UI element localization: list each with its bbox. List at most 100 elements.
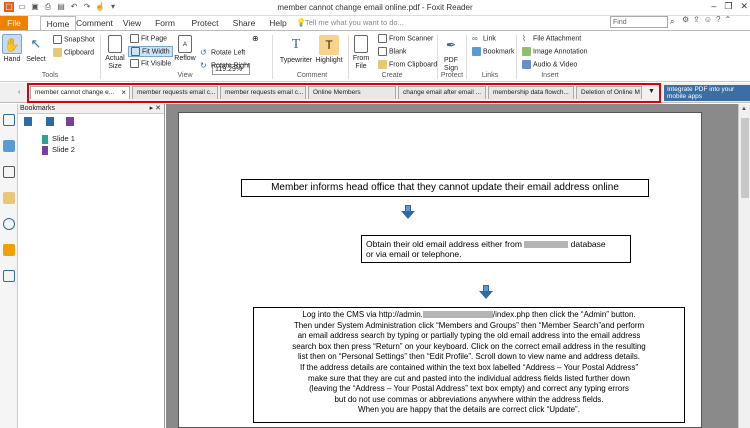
zoom-in-icon[interactable]: ⊕ [252, 34, 259, 43]
scrollbar-thumb[interactable] [741, 118, 749, 198]
audio-video-button[interactable]: Audio & Video [522, 60, 577, 69]
separator [516, 35, 517, 79]
bookmarks-header: Bookmarks ▸ ✕ [18, 104, 164, 114]
find-input[interactable]: Find [610, 16, 668, 28]
menu-comment[interactable]: Comment [76, 16, 113, 30]
attachments-panel-icon[interactable] [2, 218, 15, 230]
menu-view[interactable]: View [118, 16, 146, 30]
window-title: member cannot change email online.pdf - … [277, 3, 473, 12]
help-icon[interactable]: ? [716, 15, 720, 24]
menu-file[interactable]: File [0, 16, 28, 30]
rotate-right-button[interactable]: ↻ Rotate Right [200, 61, 250, 70]
reflow-button[interactable]: A Reflow [174, 35, 196, 62]
clipboard-icon [53, 48, 62, 57]
gear-icon[interactable]: ⚙ [682, 15, 689, 24]
highlight-button[interactable]: T Highlight [314, 35, 344, 64]
bookmark-button[interactable]: Bookmark [472, 47, 515, 56]
clipboard-button[interactable]: Clipboard [53, 48, 94, 57]
tab-list-dropdown-icon[interactable]: ▼ [648, 88, 655, 95]
navigation-panel-icons [0, 104, 18, 428]
close-button[interactable]: ✕ [740, 1, 748, 12]
bookmark-item-slide-2[interactable]: Slide 2 [42, 145, 75, 155]
tab-scroll-left-icon[interactable]: ‹ [18, 89, 20, 96]
layers-panel-icon[interactable] [2, 166, 15, 178]
scroll-up-icon[interactable]: ▲ [741, 106, 747, 112]
collapse-ribbon-icon[interactable]: ⌃ [725, 15, 732, 24]
bookmarks-panel-icon[interactable] [2, 114, 15, 126]
tell-me-search[interactable]: Tell me what you want to do... [305, 18, 404, 27]
select-tool-button[interactable]: ↖ Select [26, 34, 46, 63]
from-scanner-button[interactable]: From Scanner [378, 34, 433, 43]
tab-online-members[interactable]: Online Members [308, 86, 396, 99]
tab-deletion-online[interactable]: Deletion of Online M [576, 86, 642, 99]
rotate-left-icon: ↺ [200, 48, 207, 57]
from-file-button[interactable]: From File [350, 35, 372, 71]
flow-box-3-text: /index.php then click the “Admin” button… [492, 310, 636, 319]
comments-panel-icon[interactable] [2, 192, 15, 204]
security-lock-icon[interactable] [2, 244, 15, 256]
rotate-left-label: Rotate Left [211, 49, 246, 57]
pdf-sign-button[interactable]: ✒ PDF Sign [440, 35, 462, 73]
bookmark-item-slide-1[interactable]: Slide 1 [42, 134, 75, 144]
user-icon[interactable]: ☺ [704, 15, 712, 24]
pages-panel-icon[interactable] [2, 140, 15, 152]
flow-box-2-text: database [570, 239, 606, 249]
separator [272, 35, 273, 79]
image-annotation-label: Image Annotation [533, 48, 588, 56]
link-button[interactable]: ∞ Link [472, 34, 496, 43]
signature-panel-icon[interactable] [2, 270, 15, 282]
add-bookmark-icon[interactable] [24, 117, 32, 126]
from-scanner-label: From Scanner [389, 35, 434, 43]
search-icon[interactable]: ⌕ [670, 17, 674, 27]
from-clipboard-button[interactable]: From Clipboard [378, 60, 437, 69]
tab-change-email[interactable]: change email after email ... [398, 86, 486, 99]
typewriter-button[interactable]: T Typewriter [278, 35, 314, 64]
menu-help[interactable]: Help [264, 16, 292, 30]
menu-protect[interactable]: Protect [188, 16, 222, 30]
flow-box-3-text: list then on “Personal Settings” then “E… [298, 352, 640, 362]
select-cursor-icon: ↖ [30, 36, 42, 51]
vertical-scrollbar[interactable]: ▲ [738, 104, 750, 428]
document-viewer[interactable]: Member informs head office that they can… [166, 104, 738, 428]
bookmark-flag-icon [42, 134, 48, 144]
snapshot-icon [53, 35, 62, 44]
tab-membership-data[interactable]: membership data flowch... [488, 86, 574, 99]
highlight-label: Highlight [315, 57, 343, 64]
rotate-left-button[interactable]: ↺ Rotate Left [200, 48, 245, 57]
panel-controls-icon[interactable]: ▸ ✕ [150, 104, 161, 114]
image-annotation-button[interactable]: Image Annotation [522, 47, 588, 56]
down-arrow-icon [479, 285, 493, 299]
document-tab-strip: ‹ member cannot change e... × member requ… [0, 83, 750, 103]
bookmark-label: Slide 2 [52, 145, 75, 154]
menu-home[interactable]: Home [40, 16, 76, 30]
expand-bookmark-icon[interactable] [46, 117, 54, 126]
link-label: Link [483, 35, 496, 43]
menu-form[interactable]: Form [150, 16, 180, 30]
fit-visible-button[interactable]: Fit Visible [130, 59, 171, 68]
file-attachment-button[interactable]: ⌇ File Attachment [522, 34, 581, 43]
paperclip-icon: ⌇ [522, 34, 526, 43]
fit-width-button[interactable]: Fit Width [128, 46, 173, 57]
minimize-button[interactable]: – [711, 1, 716, 12]
maximize-button[interactable]: ❐ [724, 1, 732, 12]
delete-bookmark-icon[interactable] [66, 117, 74, 126]
blank-button[interactable]: Blank [378, 47, 407, 56]
tab-label: member requests email c... [137, 89, 216, 96]
tab-label: Online Members [313, 89, 361, 96]
flow-box-2: Obtain their old email address either fr… [361, 235, 631, 263]
tab-member-requests-1[interactable]: member requests email c... [132, 86, 218, 99]
typewriter-icon: T [291, 37, 301, 52]
fit-page-button[interactable]: Fit Page [130, 34, 167, 43]
tab-member-requests-2[interactable]: member requests email c... [220, 86, 306, 99]
close-tab-icon[interactable]: × [121, 87, 126, 99]
menu-share[interactable]: Share [230, 16, 258, 30]
tab-member-cannot-change[interactable]: member cannot change e... × [30, 86, 130, 99]
actual-size-button[interactable]: Actual Size [104, 35, 126, 71]
hand-tool-button[interactable]: ✋ Hand [2, 34, 22, 63]
promo-banner[interactable]: Integrate PDF into your mobile apps [664, 85, 750, 101]
bookmark-icon [472, 47, 481, 56]
snapshot-button[interactable]: SnapShot [53, 35, 95, 44]
bookmark-label: Bookmark [483, 48, 515, 56]
share-icon[interactable]: ⇪ [693, 15, 700, 24]
from-file-icon [354, 35, 368, 53]
